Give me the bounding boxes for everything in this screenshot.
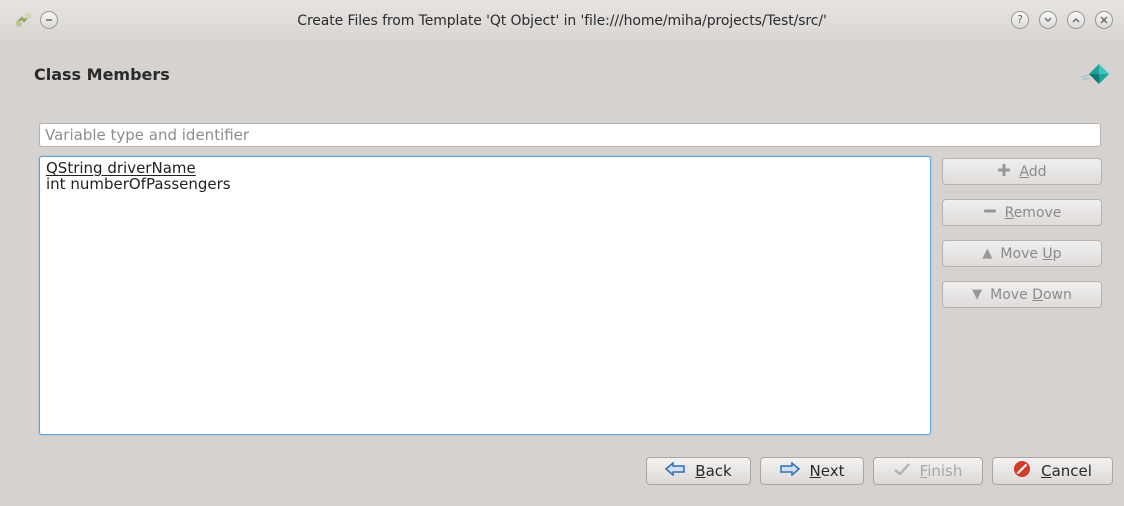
list-item[interactable]: int numberOfPassengers [46,176,924,192]
next-mnemonic: N [809,462,821,480]
move-down-label: own [1042,286,1072,303]
checkmark-icon [893,462,910,480]
move-down-prefix: Move [990,286,1033,303]
move-up-button[interactable]: ▲ Move Up [942,240,1102,267]
move-up-label: p [1052,245,1062,262]
cancel-button[interactable]: Cancel [992,457,1113,485]
finish-button[interactable]: Finish [873,457,983,485]
remove-button[interactable]: Remove [942,199,1102,226]
maximize-icon[interactable] [1067,11,1085,29]
arrow-up-icon: ▲ [982,246,993,261]
window-title: Create Files from Template 'Qt Object' i… [297,13,827,29]
help-icon[interactable]: ? [1011,11,1029,29]
move-up-mnemonic: U [1042,245,1053,262]
arrow-left-icon [665,461,686,480]
next-button[interactable]: Next [760,457,864,485]
back-mnemonic: B [695,462,706,480]
cancel-icon [1013,460,1031,482]
move-up-prefix: Move [1000,245,1043,262]
add-button[interactable]: Add [942,158,1102,185]
add-label: dd [1028,163,1047,180]
back-button[interactable]: Back [646,457,751,485]
cancel-label: ancel [1051,462,1092,480]
arrow-right-icon [779,461,800,480]
arrow-down-icon: ▼ [972,287,983,302]
list-item[interactable]: QString driverName [46,160,924,176]
minimize-icon[interactable] [1039,11,1057,29]
next-label: ext [820,462,845,480]
back-label: ack [705,462,732,480]
move-down-mnemonic: D [1032,286,1043,303]
variable-type-input[interactable] [39,123,1101,147]
close-icon[interactable] [1095,11,1113,29]
plus-icon [997,163,1011,181]
title-bar[interactable]: Create Files from Template 'Qt Object' i… [0,0,1124,40]
minus-icon [983,204,997,222]
page-title: Class Members [34,65,170,84]
cancel-mnemonic: C [1041,462,1052,480]
create-class-icon [1080,64,1109,84]
add-mnemonic: A [1019,163,1029,180]
move-down-button[interactable]: ▼ Move Down [942,281,1102,308]
class-members-list[interactable]: QString driverName int numberOfPassenger… [39,156,931,435]
finish-label: inish [927,462,963,480]
remove-label: emove [1013,204,1062,221]
remove-mnemonic: R [1004,204,1014,221]
